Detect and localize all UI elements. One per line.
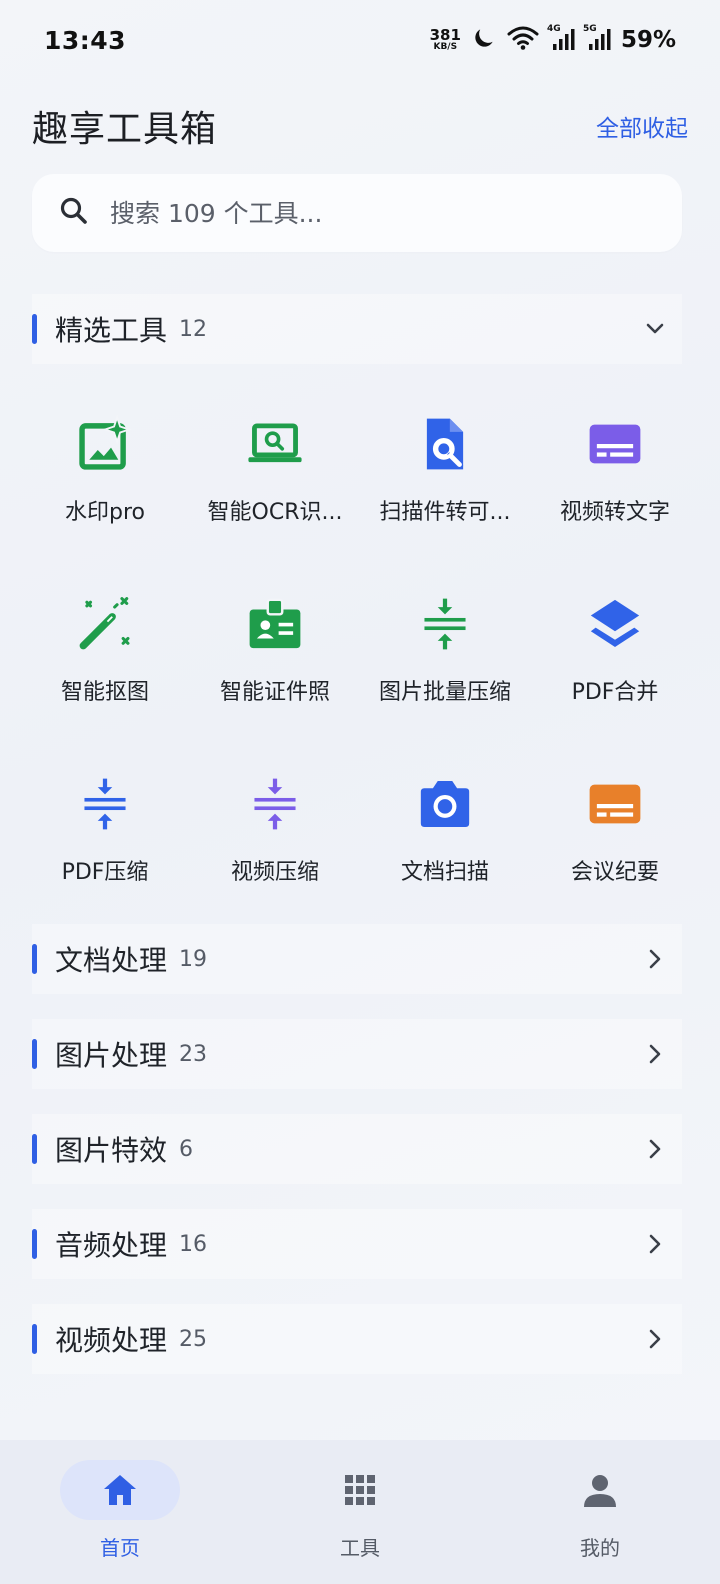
category-header-images[interactable]: 图片处理 23 (32, 1019, 682, 1089)
tool-label: 智能抠图 (60, 680, 149, 705)
layers-icon (583, 592, 647, 656)
tool-label: PDF合并 (571, 680, 659, 705)
tool-item[interactable]: 扫描件转可... (360, 384, 530, 564)
tool-item[interactable]: 视频压缩 (190, 744, 360, 924)
category-count: 25 (179, 1326, 208, 1352)
category-header-featured[interactable]: 精选工具 12 (32, 294, 682, 364)
tool-label: 视频转文字 (559, 500, 670, 525)
chevron-down-icon[interactable] (642, 316, 668, 342)
tool-item[interactable]: 视频转文字 (530, 384, 700, 564)
compress-icon (73, 772, 137, 836)
header: 趣享工具箱 全部收起 (32, 96, 688, 156)
home-icon (104, 1475, 136, 1505)
tool-label: PDF压缩 (61, 860, 149, 885)
nav-mine[interactable]: 我的 (510, 1460, 690, 1561)
user-icon (584, 1475, 616, 1507)
category-count: 16 (179, 1231, 208, 1257)
subtitles-icon (583, 772, 647, 836)
tool-item[interactable]: 智能抠图 (20, 564, 190, 744)
battery-level: 59% (620, 27, 676, 53)
category-count: 12 (179, 316, 208, 342)
tool-item[interactable]: 水印pro (20, 384, 190, 564)
tool-label: 视频压缩 (230, 860, 319, 885)
category-name: 视频处理 (55, 1324, 168, 1357)
category-accent-bar (32, 314, 37, 344)
category-name: 图片处理 (55, 1039, 168, 1072)
tool-label: 智能OCR识... (207, 500, 343, 525)
tool-label: 文档扫描 (400, 860, 489, 885)
category-accent-bar (32, 1039, 37, 1069)
sig2-tag: 5G (582, 24, 597, 34)
page-title: 趣享工具箱 (32, 109, 218, 150)
nav-home[interactable]: 首页 (30, 1460, 210, 1561)
search-icon (58, 195, 90, 231)
category-header-video[interactable]: 视频处理 25 (32, 1304, 682, 1374)
tool-label: 水印pro (65, 500, 145, 525)
category-header-image-effects[interactable]: 图片特效 6 (32, 1114, 682, 1184)
laptop-search-icon (243, 412, 307, 476)
chevron-right-icon[interactable] (642, 1041, 668, 1067)
sig1-tag: 4G (546, 24, 561, 34)
category-name: 精选工具 (55, 314, 168, 347)
camera-icon (413, 772, 477, 836)
compress-icon (243, 772, 307, 836)
tool-item[interactable]: 智能证件照 (190, 564, 360, 744)
tool-item[interactable]: 智能OCR识... (190, 384, 360, 564)
featured-tools-grid: 水印pro 智能OCR识... 扫描件转可... 视频转文字 智能抠图 智能证件… (20, 384, 700, 924)
chevron-right-icon[interactable] (642, 946, 668, 972)
tool-label: 智能证件照 (219, 680, 330, 705)
chevron-right-icon[interactable] (642, 1231, 668, 1257)
category-name: 文档处理 (55, 944, 168, 977)
status-bar: 13:43 381 KB/S 4G 5G 59% (0, 0, 720, 80)
nav-tools[interactable]: 工具 (270, 1460, 450, 1561)
tool-label: 扫描件转可... (379, 500, 511, 525)
magic-wand-icon (73, 592, 137, 656)
category-accent-bar (32, 944, 37, 974)
net-speed: 381 KB/S (430, 28, 461, 52)
tool-item[interactable]: PDF压缩 (20, 744, 190, 924)
compress-icon (413, 592, 477, 656)
category-count: 23 (179, 1041, 208, 1067)
category-accent-bar (32, 1134, 37, 1164)
tool-label: 图片批量压缩 (378, 680, 511, 705)
moon-icon (471, 25, 497, 55)
category-accent-bar (32, 1229, 37, 1259)
nav-tools-label: 工具 (340, 1536, 380, 1560)
tool-item[interactable]: 图片批量压缩 (360, 564, 530, 744)
status-icons: 381 KB/S 4G 5G 59% (430, 24, 676, 55)
chevron-right-icon[interactable] (642, 1326, 668, 1352)
subtitles-icon (583, 412, 647, 476)
wifi-icon (507, 25, 539, 55)
category-count: 6 (179, 1136, 194, 1162)
document-search-icon (413, 412, 477, 476)
collapse-all-button[interactable]: 全部收起 (596, 109, 688, 143)
bottom-nav: 首页 工具 我的 (0, 1440, 720, 1584)
nav-mine-label: 我的 (580, 1536, 620, 1560)
cellular-signal-icon: 4G (547, 24, 575, 52)
grid-icon (345, 1475, 375, 1505)
category-name: 图片特效 (55, 1134, 168, 1167)
status-time: 13:43 (44, 25, 127, 55)
category-header-documents[interactable]: 文档处理 19 (32, 924, 682, 994)
net-speed-unit: KB/S (433, 42, 458, 52)
tool-item[interactable]: PDF合并 (530, 564, 700, 744)
search-input[interactable] (110, 198, 630, 228)
tool-label: 会议纪要 (570, 860, 659, 885)
tool-item[interactable]: 会议纪要 (530, 744, 700, 924)
sparkle-image-icon (73, 412, 137, 476)
category-count: 19 (179, 946, 208, 972)
category-header-audio[interactable]: 音频处理 16 (32, 1209, 682, 1279)
category-name: 音频处理 (55, 1229, 168, 1262)
search-bar[interactable] (32, 174, 682, 252)
nav-home-label: 首页 (100, 1536, 140, 1560)
cellular-signal-icon: 5G (583, 24, 611, 52)
net-speed-value: 381 (429, 26, 461, 44)
tool-item[interactable]: 文档扫描 (360, 744, 530, 924)
chevron-right-icon[interactable] (642, 1136, 668, 1162)
category-accent-bar (32, 1324, 37, 1354)
id-badge-icon (243, 592, 307, 656)
